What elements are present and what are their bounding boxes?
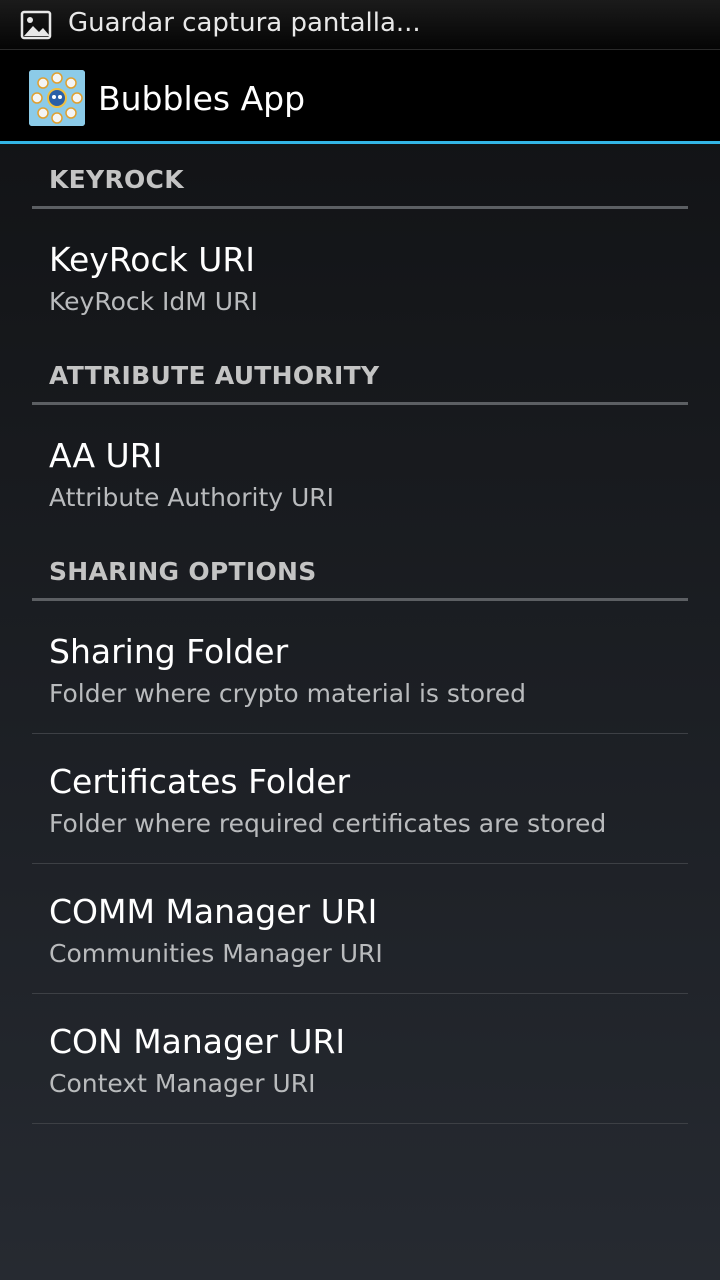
pref-summary: Communities Manager URI [49, 939, 383, 968]
action-bar: Bubbles App [0, 50, 720, 144]
image-icon [20, 9, 52, 41]
category-title: KEYROCK [49, 165, 184, 194]
pref-title: AA URI [49, 436, 163, 475]
pref-con-manager-uri[interactable]: CON Manager URI Context Manager URI [32, 994, 688, 1124]
category-keyrock: KEYROCK [32, 147, 688, 209]
pref-title: COMM Manager URI [49, 892, 378, 931]
pref-comm-manager-uri[interactable]: COMM Manager URI Communities Manager URI [32, 864, 688, 994]
pref-title: CON Manager URI [49, 1022, 346, 1061]
pref-title: KeyRock URI [49, 240, 256, 279]
category-attribute-authority: ATTRIBUTE AUTHORITY [32, 343, 688, 405]
pref-certificates-folder[interactable]: Certificates Folder Folder where require… [32, 734, 688, 864]
category-title: ATTRIBUTE AUTHORITY [49, 361, 380, 390]
pref-summary: Context Manager URI [49, 1069, 316, 1098]
pref-summary: Folder where required certificates are s… [49, 809, 607, 838]
pref-summary: Folder where crypto material is stored [49, 679, 526, 708]
category-title: SHARING OPTIONS [49, 557, 317, 586]
pref-sharing-folder[interactable]: Sharing Folder Folder where crypto mater… [32, 604, 688, 734]
pref-summary: KeyRock IdM URI [49, 287, 258, 316]
pref-aa-uri[interactable]: AA URI Attribute Authority URI [32, 408, 688, 538]
category-sharing-options: SHARING OPTIONS [32, 539, 688, 601]
pref-summary: Attribute Authority URI [49, 483, 335, 512]
app-title: Bubbles App [98, 79, 306, 118]
bubbles-app-icon[interactable] [29, 70, 85, 126]
notification-text: Guardar captura pantalla... [68, 8, 421, 38]
pref-title: Certificates Folder [49, 762, 351, 801]
pref-keyrock-uri[interactable]: KeyRock URI KeyRock IdM URI [32, 212, 688, 342]
status-bar: Guardar captura pantalla... [0, 0, 720, 50]
pref-title: Sharing Folder [49, 632, 289, 671]
